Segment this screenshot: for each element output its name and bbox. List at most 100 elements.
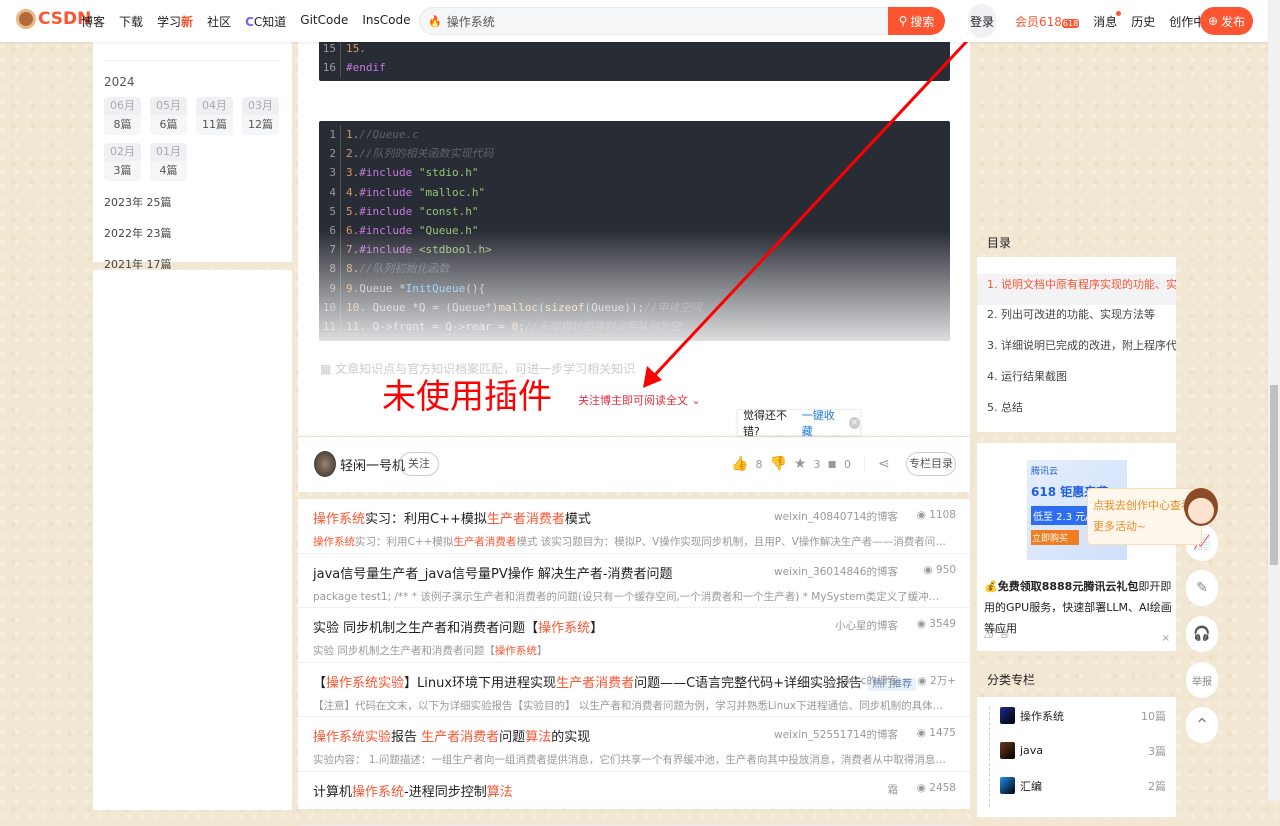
nav-inscode[interactable]: InsCode — [362, 13, 410, 30]
month-label: 03月 — [242, 97, 279, 115]
star-icon[interactable]: ★ — [794, 456, 807, 472]
line-number: 2 — [319, 144, 341, 163]
vip-link[interactable]: 会员618618 — [1015, 13, 1079, 30]
archive-month[interactable]: 05月6篇 — [150, 97, 187, 135]
recommendation-item[interactable]: 【操作系统实验】Linux环境下用进程实现生产者消费者问题——C语言完整代码+详… — [298, 663, 970, 718]
thumbs-down-icon[interactable]: 👎 — [769, 456, 786, 472]
toc-item[interactable]: 5. 总结 — [977, 398, 1176, 429]
back-to-top-icon[interactable]: ⌃ — [1186, 707, 1218, 743]
recommendation-item[interactable]: 操作系统实验报告 生产者消费者问题算法的实现实验内容： 1.问题描述：一组生产者… — [298, 717, 970, 772]
nav-cknow[interactable]: CC知道 — [245, 13, 286, 30]
title-segment: 操作系统 — [352, 785, 404, 800]
toc-item[interactable]: 4. 运行结果截图 — [977, 367, 1176, 398]
thumbs-up-icon[interactable]: 👍 — [731, 456, 748, 472]
edit-icon[interactable]: ✎ — [1186, 570, 1218, 606]
new-badge: 新 — [181, 15, 193, 29]
author-bar: 轻闲一号机 关注 👍8 👎 ★3 ▪0 ⋖ 专栏目录 — [298, 437, 970, 492]
author-name[interactable]: 轻闲一号机 — [340, 455, 405, 474]
code-token: //队列的相关函数实现代码 — [359, 144, 493, 163]
toc-item[interactable]: 2. 列出可改进的功能、实现方法等 — [977, 305, 1176, 336]
archive-year-2023[interactable]: 2023年 25篇 — [104, 194, 199, 210]
recommendation-item[interactable]: java信号量生产者_java信号量PV操作 解决生产者-消费者问题packag… — [298, 554, 970, 609]
blog-name[interactable]: 小心星的博客 — [835, 618, 898, 633]
code-line: 11.//Queue.c — [319, 125, 950, 144]
ad-cta: 立即购买 — [1031, 530, 1079, 545]
code-token: 1. — [346, 125, 359, 144]
code-token: "stdio.h" — [419, 163, 479, 182]
recommendation-desc: 实验内容： 1.问题描述：一组生产者向一组消费者提供消息，它们共享一个有界缓冲池… — [313, 752, 947, 767]
view-count-value: 1108 — [929, 509, 956, 521]
archive-card: 收 2024 06月8篇05月6篇04月11篇03月12篇02月3篇01月4篇 … — [93, 30, 292, 262]
blog-name[interactable]: weixin_36014846的博客 — [774, 564, 898, 579]
history-link[interactable]: 历史 — [1131, 13, 1155, 30]
code-line: 22.//队列的相关函数实现代码 — [319, 144, 950, 163]
blog-name[interactable]: weixin_40840714的博客 — [774, 509, 898, 524]
recommendation-item[interactable]: 操作系统实习：利用C++模拟生产者消费者模式操作系统实习：利用C++模拟生产者消… — [298, 499, 970, 554]
headset-icon[interactable]: 🎧 — [1186, 616, 1218, 652]
title-segment: 算法 — [525, 730, 551, 745]
blog-name[interactable]: 霜 — [888, 782, 899, 797]
category-count: 3篇 — [1148, 743, 1166, 759]
title-segment: 的实现 — [551, 730, 590, 745]
category-thumbnail — [1000, 742, 1015, 759]
archive-month[interactable]: 02月3篇 — [104, 143, 141, 181]
code-token: #include — [359, 163, 419, 182]
month-count: 12篇 — [242, 115, 279, 135]
comment-icon[interactable]: ▪ — [827, 456, 837, 472]
archive-month[interactable]: 04月11篇 — [196, 97, 233, 135]
avatar[interactable] — [314, 451, 336, 477]
recommendation-desc: package test1; /** * 该例子演示生产者和消费者的问题(设只有… — [313, 589, 947, 604]
nav-download[interactable]: 下载 — [119, 13, 143, 30]
search-value: 操作系统 — [447, 13, 495, 30]
nav-blog[interactable]: 博客 — [81, 13, 105, 30]
category-item[interactable]: 汇编2篇 — [1000, 777, 1166, 794]
archive-year-2022[interactable]: 2022年 23篇 — [104, 225, 199, 241]
toc-card: 1. 说明文档中原有程序实现的功能、实...2. 列出可改进的功能、实现方法等3… — [977, 257, 1176, 432]
desc-segment: 实习：利用C++模拟 — [355, 536, 453, 548]
line-number: 4 — [319, 183, 341, 202]
archive-month[interactable]: 03月12篇 — [242, 97, 279, 135]
follow-button[interactable]: 关注 — [399, 452, 439, 476]
nav-community[interactable]: 社区 — [207, 13, 231, 30]
archive-month[interactable]: 01月4篇 — [150, 143, 187, 181]
read-full-article-link[interactable]: 关注博主即可阅读全文 ⌄ — [578, 392, 701, 408]
publish-button[interactable]: ⊕发布 — [1200, 7, 1253, 35]
share-icon[interactable]: ⋖ — [878, 456, 890, 472]
mascot-icon[interactable] — [1184, 488, 1218, 526]
publish-label: 发布 — [1221, 13, 1245, 30]
messages-link[interactable]: 消息 — [1093, 13, 1117, 30]
category-item[interactable]: java3篇 — [1000, 742, 1166, 759]
desc-segment: 操作系统 — [313, 536, 355, 548]
nav-learn[interactable]: 学习新 — [157, 13, 193, 30]
tooltip-text: 觉得还不错? — [743, 407, 799, 439]
close-icon[interactable]: × — [849, 417, 860, 429]
report-button[interactable]: 举报 — [1186, 662, 1218, 698]
scrollbar-thumb[interactable] — [1270, 385, 1278, 565]
category-item[interactable]: 操作系统10篇 — [1000, 707, 1166, 724]
comment-count: 0 — [844, 458, 851, 471]
recommendation-item[interactable]: 实验 同步机制之生产者和消费者问题【操作系统】实验 同步机制之生产者和消费者问题… — [298, 608, 970, 663]
search-button[interactable]: ⚲搜索 — [888, 7, 945, 35]
article-body: 1515.16#endif 11.//Queue.c22.//队列的相关函数实现… — [298, 0, 970, 436]
toc-item[interactable]: 1. 说明文档中原有程序实现的功能、实... — [977, 274, 1176, 305]
blog-name[interactable]: weixin_52551714的博客 — [774, 727, 898, 742]
ad-close-button[interactable]: × — [1162, 633, 1170, 644]
search-input[interactable]: 🔥操作系统 — [419, 7, 888, 35]
code-token: #include — [359, 183, 419, 202]
month-count: 3篇 — [104, 161, 141, 181]
recommendation-title[interactable]: 计算机操作系统-进程同步控制算法 — [313, 781, 955, 800]
category-count: 2篇 — [1148, 778, 1166, 794]
ad-card[interactable]: 腾讯云 618 钜惠来袭 低至 2.3 元/月 立即购买 💰免费领取8888元腾… — [977, 443, 1176, 651]
search-button-label: 搜索 — [910, 13, 934, 30]
like-count: 8 — [755, 458, 762, 471]
login-button[interactable]: 登录 — [968, 4, 996, 38]
nav-gitcode[interactable]: GitCode — [300, 13, 348, 30]
mascot-icon — [16, 9, 36, 29]
archive-month[interactable]: 06月8篇 — [104, 97, 141, 135]
one-click-collect-link[interactable]: 一键收藏 — [802, 407, 842, 439]
blog-name[interactable]: xtcc的博客 — [845, 673, 898, 688]
recommendation-item[interactable]: 计算机操作系统-进程同步控制算法霜◉ 2458 — [298, 772, 970, 826]
toc-item[interactable]: 3. 详细说明已完成的改进，附上程序代... — [977, 336, 1176, 367]
column-toc-button[interactable]: 专栏目录 — [906, 452, 956, 476]
creator-center-bubble[interactable]: 点我去创作中心查看更多活动~ — [1087, 488, 1202, 545]
